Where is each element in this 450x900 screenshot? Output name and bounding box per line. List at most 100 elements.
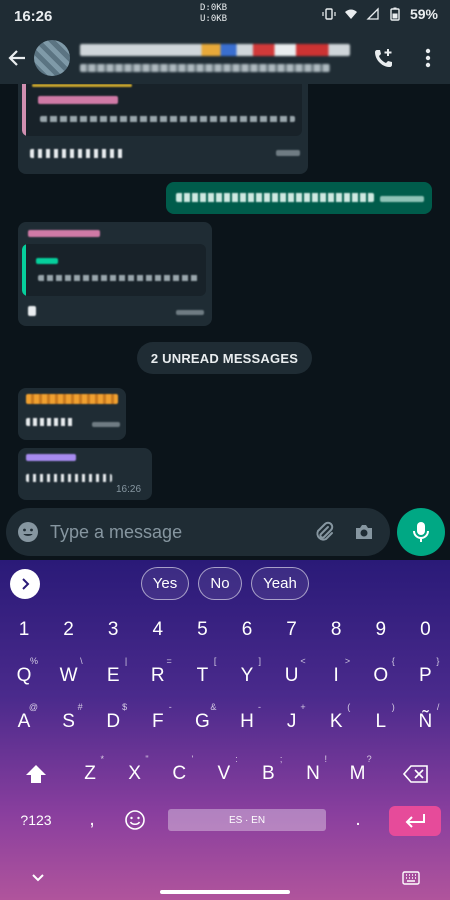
key-o[interactable]: O{: [361, 654, 401, 698]
key-m[interactable]: M?: [338, 752, 378, 796]
key-secondary-label: -: [168, 702, 172, 712]
key-secondary-label: +: [300, 702, 306, 712]
key-secondary-label: /: [436, 702, 440, 712]
suggestion-chip[interactable]: Yeah: [251, 567, 309, 600]
camera-button[interactable]: [344, 508, 384, 556]
key-f[interactable]: F-: [138, 700, 178, 744]
contact-info[interactable]: [80, 44, 360, 72]
key-l[interactable]: L): [361, 700, 401, 744]
key-v[interactable]: V:: [204, 752, 244, 796]
key-4[interactable]: 4: [138, 608, 178, 652]
add-call-button[interactable]: [364, 32, 404, 84]
period-key[interactable]: .: [338, 798, 378, 842]
attach-button[interactable]: [304, 508, 344, 556]
message-bubble-incoming[interactable]: [18, 222, 212, 326]
symbols-key[interactable]: ?123: [14, 798, 58, 842]
hide-keyboard-button[interactable]: [28, 868, 48, 888]
letter-row-1: Q% W \ E | R = T[Y] U < I > O{P}: [0, 654, 450, 698]
status-time: 16:26: [14, 7, 53, 25]
key-g[interactable]: G &: [182, 700, 222, 744]
keyboard-switch-button[interactable]: [400, 868, 422, 888]
key-label: M: [349, 763, 366, 784]
message-time-redacted: [380, 196, 424, 202]
key-label: V: [217, 763, 231, 784]
key-a[interactable]: A @: [4, 700, 44, 744]
enter-key[interactable]: [389, 806, 441, 836]
key-0[interactable]: 0: [405, 608, 445, 652]
key-9[interactable]: 9: [361, 608, 401, 652]
key-r[interactable]: R =: [138, 654, 178, 698]
redacted-text: [28, 306, 36, 316]
key-7[interactable]: 7: [272, 608, 312, 652]
add-call-icon: [375, 49, 392, 67]
home-gesture-bar[interactable]: [160, 890, 290, 894]
key-5[interactable]: 5: [182, 608, 222, 652]
redacted-text: [40, 116, 295, 122]
key-n[interactable]: N!: [293, 752, 333, 796]
suggestion-strip: Yes No Yeah: [0, 560, 450, 606]
message-bubble-incoming[interactable]: [18, 388, 126, 440]
more-options-button[interactable]: [408, 32, 448, 84]
message-input[interactable]: [50, 521, 304, 543]
space-key[interactable]: ES · EN: [168, 809, 326, 831]
key-secondary-label: #: [77, 702, 83, 712]
key-1[interactable]: 1: [4, 608, 44, 652]
backspace-key[interactable]: [394, 752, 438, 796]
comma-key[interactable]: ,: [72, 798, 112, 842]
back-button[interactable]: [2, 32, 32, 84]
message-bubble-incoming[interactable]: 16:26: [18, 448, 152, 500]
message-time-redacted: [92, 422, 120, 427]
key-8[interactable]: 8: [316, 608, 356, 652]
key-secondary-label: -: [258, 702, 261, 712]
key-label: E: [106, 665, 120, 686]
keyboard-toolbar-toggle[interactable]: [10, 569, 40, 599]
key-3[interactable]: 3: [93, 608, 133, 652]
key-p[interactable]: P}: [405, 654, 445, 698]
status-bar: 16:26 D:0KB U:0KB 59%: [0, 0, 450, 32]
chat-messages[interactable]: 2 UNREAD MESSAGES 16:26: [0, 84, 450, 504]
suggestion-chip[interactable]: Yes: [141, 567, 189, 600]
quoted-message[interactable]: [22, 84, 302, 136]
key-y[interactable]: Y]: [227, 654, 267, 698]
redacted-text: [32, 84, 132, 87]
key-z[interactable]: Z *: [70, 752, 110, 796]
key-6[interactable]: 6: [227, 608, 267, 652]
key-label: I: [333, 665, 339, 686]
enter-icon: [405, 814, 425, 828]
emoji-key[interactable]: [115, 798, 155, 842]
key-x[interactable]: X ": [115, 752, 155, 796]
battery-percent: 59%: [409, 6, 438, 22]
key-label: K: [329, 711, 343, 732]
key-q[interactable]: Q%: [4, 654, 44, 698]
contact-avatar[interactable]: [34, 40, 70, 76]
key-b[interactable]: B;: [248, 752, 288, 796]
camera-icon: [356, 525, 372, 539]
key-e[interactable]: E |: [93, 654, 133, 698]
message-bubble-incoming[interactable]: [18, 84, 308, 174]
number-row: 1234567890: [0, 608, 450, 652]
message-bubble-outgoing[interactable]: [166, 182, 432, 214]
message-time: 16:26: [116, 484, 142, 495]
suggestion-chip[interactable]: No: [198, 567, 242, 600]
more-vert-icon: [425, 48, 431, 68]
key-j[interactable]: J +: [272, 700, 312, 744]
key-w[interactable]: W \: [49, 654, 89, 698]
key-2[interactable]: 2: [49, 608, 89, 652]
key-t[interactable]: T[: [182, 654, 222, 698]
key-secondary-label: {: [391, 656, 395, 666]
emoji-button[interactable]: [6, 508, 50, 556]
key-d[interactable]: D $: [93, 700, 133, 744]
key-h[interactable]: H-: [227, 700, 267, 744]
voice-record-button[interactable]: [397, 508, 445, 556]
contact-name-redacted: [80, 44, 350, 56]
message-time-redacted: [176, 310, 204, 315]
key-s[interactable]: S #: [49, 700, 89, 744]
key-u[interactable]: U <: [272, 654, 312, 698]
quoted-message[interactable]: [22, 244, 206, 296]
shift-key[interactable]: [16, 752, 56, 796]
key-k[interactable]: K(: [316, 700, 356, 744]
key-c[interactable]: C ': [159, 752, 199, 796]
key-i[interactable]: I >: [316, 654, 356, 698]
key-ñ[interactable]: Ñ /: [405, 700, 445, 744]
key-label: T: [196, 665, 209, 686]
